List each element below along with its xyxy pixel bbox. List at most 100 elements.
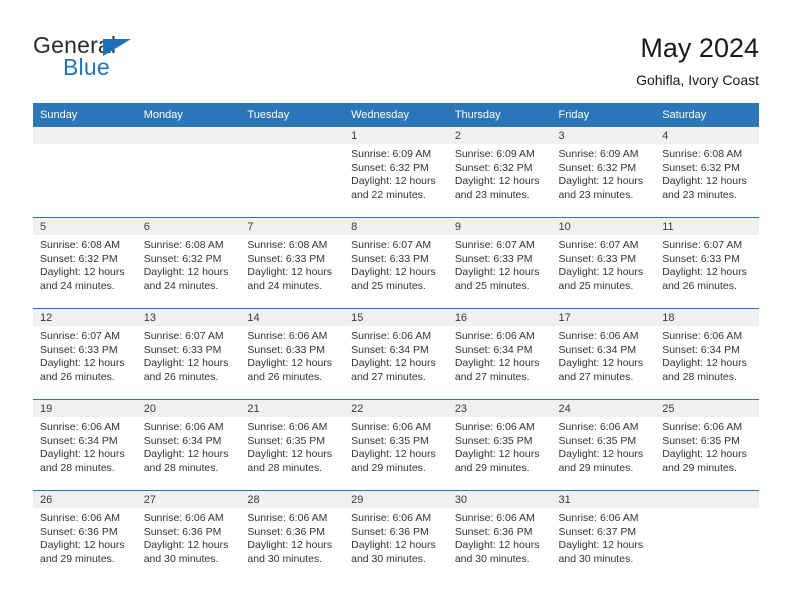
calendar-day-cell[interactable]: 20 Sunrise: 6:06 AM Sunset: 6:34 PM Dayligh… — [136, 399, 241, 491]
calendar-day-cell[interactable]: 21 Sunrise: 6:06 AM Sunset: 6:35 PM Dayligh… — [240, 399, 345, 491]
page-title: May 2024 — [640, 33, 759, 63]
daylight-text-line2: and 23 minutes. — [558, 188, 634, 201]
calendar-header-row: Sunday Monday Tuesday Wednesday Thursday Frid… — [33, 103, 759, 127]
day-number — [655, 491, 759, 508]
calendar-day-cell[interactable]: 10 Sunrise: 6:07 AM Sunset: 6:33 PM Dayligh… — [551, 217, 656, 309]
daylight-text-line1: Daylight: 12 hours — [662, 175, 747, 187]
daylight-text-line1: Daylight: 12 hours — [662, 266, 747, 278]
sunrise-text: Sunrise: 6:08 AM — [662, 148, 743, 160]
daylight-text-line1: Daylight: 12 hours — [351, 448, 436, 460]
day-number: 18 — [655, 309, 759, 326]
daylight-text-line1: Daylight: 12 hours — [351, 175, 436, 187]
day-number: 20 — [136, 400, 241, 417]
day-details: Sunrise: 6:09 AM Sunset: 6:32 PM Daylight:… — [552, 144, 656, 202]
day-details: Sunrise: 6:06 AM Sunset: 6:36 PM Daylight:… — [33, 508, 137, 566]
calendar-day-cell-empty — [240, 127, 345, 218]
calendar-day-cell[interactable]: 1 Sunrise: 6:09 AM Sunset: 6:32 PM Daylight… — [344, 127, 448, 218]
daylight-text-line2: and 22 minutes. — [351, 188, 426, 201]
daylight-text-line2: and 29 minutes. — [662, 461, 737, 474]
day-details: Sunrise: 6:08 AM Sunset: 6:32 PM Daylight:… — [137, 235, 241, 293]
title-block: May 2024 Gohifla, Ivory Coast — [636, 32, 759, 90]
calendar-day-cell[interactable]: 2 Sunrise: 6:09 AM Sunset: 6:32 PM Daylight… — [447, 127, 552, 218]
daylight-text-line1: Daylight: 12 hours — [40, 357, 125, 369]
daylight-text-line2: and 26 minutes. — [662, 279, 737, 292]
calendar-day-cell[interactable]: 17 Sunrise: 6:06 AM Sunset: 6:34 PM Dayligh… — [551, 308, 656, 400]
daylight-text-line1: Daylight: 12 hours — [662, 448, 747, 460]
day-details: Sunrise: 6:08 AM Sunset: 6:32 PM Daylight:… — [655, 144, 759, 202]
calendar-day-cell[interactable]: 14 Sunrise: 6:06 AM Sunset: 6:33 PM Dayligh… — [240, 308, 345, 400]
sunrise-text: Sunrise: 6:06 AM — [454, 421, 535, 433]
calendar-day-cell[interactable]: 30 Sunrise: 6:06 AM Sunset: 6:36 PM Dayligh… — [447, 490, 552, 581]
calendar-day-cell[interactable]: 4 Sunrise: 6:08 AM Sunset: 6:32 PM Daylight… — [655, 127, 759, 218]
day-number: 10 — [551, 218, 656, 235]
daylight-text-line2: and 28 minutes. — [40, 461, 115, 474]
sunrise-text: Sunrise: 6:06 AM — [143, 421, 224, 433]
day-number: 14 — [240, 309, 345, 326]
weekday-header: Sunday Monday Tuesday Wednesday Thursday Frid… — [33, 103, 759, 127]
day-details: Sunrise: 6:06 AM Sunset: 6:36 PM Daylight:… — [240, 508, 344, 566]
weekday-header-friday: Friday — [551, 103, 656, 127]
day-details: Sunrise: 6:06 AM Sunset: 6:34 PM Daylight:… — [137, 417, 241, 475]
sunset-text: Sunset: 6:37 PM — [558, 525, 637, 538]
daylight-text-line1: Daylight: 12 hours — [143, 539, 229, 551]
calendar-day-cell[interactable]: 28 Sunrise: 6:06 AM Sunset: 6:36 PM Dayligh… — [240, 490, 345, 581]
calendar-day-cell[interactable]: 16 Sunrise: 6:06 AM Sunset: 6:34 PM Dayligh… — [447, 308, 552, 400]
sunset-text: Sunset: 6:35 PM — [454, 434, 533, 447]
calendar-day-cell[interactable]: 27 Sunrise: 6:06 AM Sunset: 6:36 PM Dayligh… — [136, 490, 241, 581]
calendar-day-cell[interactable]: 25 Sunrise: 6:06 AM Sunset: 6:35 PM Dayligh… — [655, 399, 759, 491]
day-number: 15 — [344, 309, 448, 326]
calendar-day-cell[interactable]: 19 Sunrise: 6:06 AM Sunset: 6:34 PM Dayligh… — [33, 399, 137, 491]
calendar-day-cell[interactable]: 8 Sunrise: 6:07 AM Sunset: 6:33 PM Daylight… — [344, 217, 448, 309]
sunset-text: Sunset: 6:34 PM — [662, 343, 740, 356]
sunrise-text: Sunrise: 6:06 AM — [558, 330, 639, 342]
page-subtitle: Gohifla, Ivory Coast — [636, 72, 759, 88]
day-number: 23 — [447, 400, 552, 417]
sunrise-text: Sunrise: 6:06 AM — [247, 512, 328, 524]
daylight-text-line2: and 27 minutes. — [454, 370, 530, 383]
daylight-text-line2: and 26 minutes. — [40, 370, 115, 383]
sunset-text: Sunset: 6:33 PM — [247, 343, 326, 356]
sunset-text: Sunset: 6:35 PM — [558, 434, 637, 447]
calendar-day-cell[interactable]: 31 Sunrise: 6:06 AM Sunset: 6:37 PM Dayligh… — [551, 490, 656, 581]
day-number: 22 — [344, 400, 448, 417]
sunrise-text: Sunrise: 6:08 AM — [247, 239, 328, 251]
calendar-day-cell[interactable]: 9 Sunrise: 6:07 AM Sunset: 6:33 PM Daylight… — [447, 217, 552, 309]
calendar-day-cell[interactable]: 18 Sunrise: 6:06 AM Sunset: 6:34 PM Dayligh… — [655, 308, 759, 400]
sunrise-text: Sunrise: 6:09 AM — [454, 148, 535, 160]
calendar-day-cell[interactable]: 7 Sunrise: 6:08 AM Sunset: 6:33 PM Daylight… — [240, 217, 345, 309]
sunrise-text: Sunrise: 6:08 AM — [143, 239, 224, 251]
calendar-day-cell[interactable]: 22 Sunrise: 6:06 AM Sunset: 6:35 PM Dayligh… — [344, 399, 448, 491]
daylight-text-line1: Daylight: 12 hours — [40, 266, 125, 278]
day-number: 31 — [551, 491, 656, 508]
calendar-day-cell[interactable]: 11 Sunrise: 6:07 AM Sunset: 6:33 PM Dayligh… — [655, 217, 759, 309]
sunset-text: Sunset: 6:36 PM — [351, 525, 429, 538]
page-header: General Blue May 2024 Gohifla, Ivory Coa… — [33, 32, 759, 98]
sunset-text: Sunset: 6:34 PM — [143, 434, 222, 447]
weekday-header-tuesday: Tuesday — [240, 103, 345, 127]
sunrise-text: Sunrise: 6:06 AM — [454, 512, 535, 524]
sunrise-text: Sunrise: 6:07 AM — [40, 330, 120, 342]
calendar-day-cell[interactable]: 12 Sunrise: 6:07 AM Sunset: 6:33 PM Dayligh… — [33, 308, 137, 400]
daylight-text-line1: Daylight: 12 hours — [454, 539, 540, 551]
day-details: Sunrise: 6:06 AM Sunset: 6:37 PM Daylight:… — [552, 508, 656, 566]
sunset-text: Sunset: 6:34 PM — [351, 343, 429, 356]
calendar-day-cell[interactable]: 5 Sunrise: 6:08 AM Sunset: 6:32 PM Daylight… — [33, 217, 137, 309]
calendar-day-cell[interactable]: 29 Sunrise: 6:06 AM Sunset: 6:36 PM Dayligh… — [344, 490, 448, 581]
calendar-week-row: 12 Sunrise: 6:07 AM Sunset: 6:33 PM Dayligh… — [33, 308, 759, 400]
day-details: Sunrise: 6:06 AM Sunset: 6:35 PM Daylight:… — [448, 417, 552, 475]
calendar-day-cell[interactable]: 15 Sunrise: 6:06 AM Sunset: 6:34 PM Dayligh… — [344, 308, 448, 400]
daylight-text-line2: and 24 minutes. — [143, 279, 219, 292]
sunset-text: Sunset: 6:33 PM — [143, 343, 222, 356]
calendar-day-cell[interactable]: 23 Sunrise: 6:06 AM Sunset: 6:35 PM Dayligh… — [447, 399, 552, 491]
calendar-day-cell[interactable]: 13 Sunrise: 6:07 AM Sunset: 6:33 PM Dayligh… — [136, 308, 241, 400]
day-number: 4 — [655, 127, 759, 144]
calendar-day-cell[interactable]: 24 Sunrise: 6:06 AM Sunset: 6:35 PM Dayligh… — [551, 399, 656, 491]
calendar-day-cell[interactable]: 3 Sunrise: 6:09 AM Sunset: 6:32 PM Daylight… — [551, 127, 656, 218]
sunset-text: Sunset: 6:33 PM — [351, 252, 429, 265]
general-blue-logo[interactable]: General Blue — [33, 32, 263, 92]
sunrise-text: Sunrise: 6:07 AM — [662, 239, 743, 251]
day-number: 6 — [136, 218, 241, 235]
calendar-day-cell[interactable]: 26 Sunrise: 6:06 AM Sunset: 6:36 PM Dayligh… — [33, 490, 137, 581]
calendar-day-cell[interactable]: 6 Sunrise: 6:08 AM Sunset: 6:32 PM Daylight… — [136, 217, 241, 309]
day-details: Sunrise: 6:07 AM Sunset: 6:33 PM Daylight:… — [137, 326, 241, 384]
